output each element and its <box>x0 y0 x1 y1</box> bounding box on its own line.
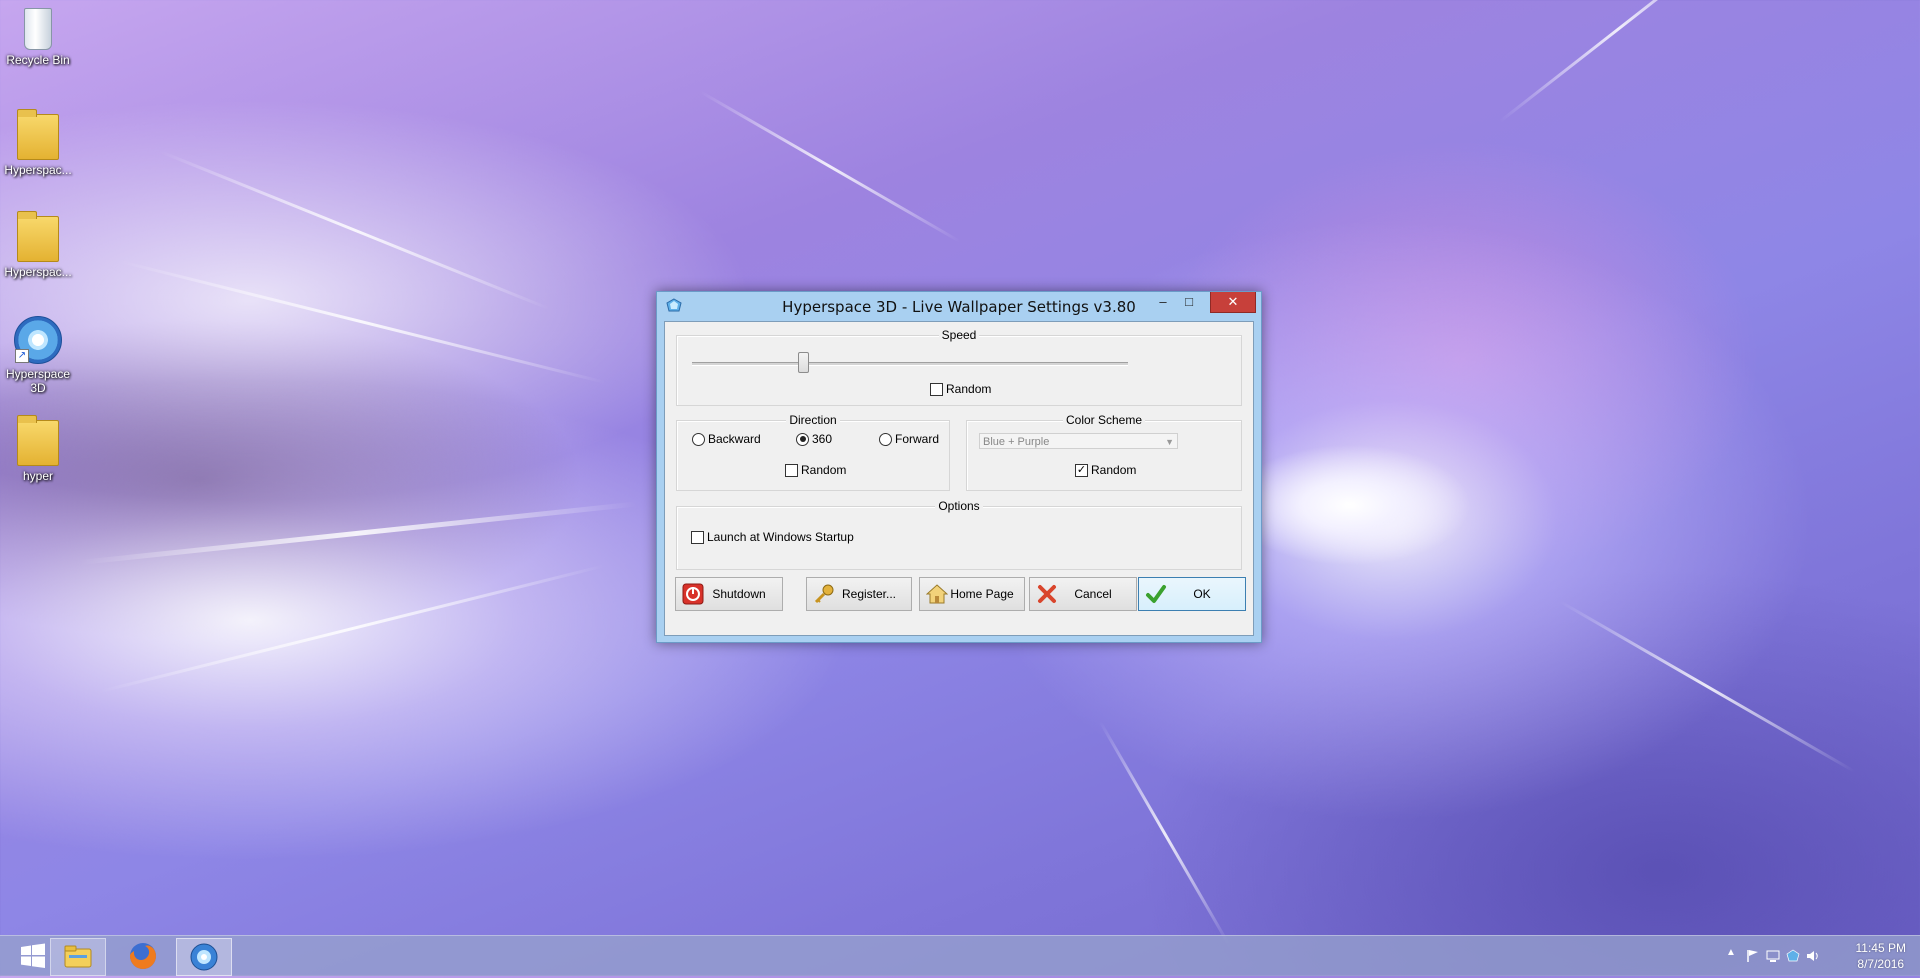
checkbox-box <box>930 382 943 396</box>
radio-button <box>879 432 892 446</box>
folder-zip-icon <box>17 109 59 160</box>
title-bar[interactable]: Hyperspace 3D - Live Wallpaper Settings … <box>657 292 1261 320</box>
desktop-icon-label: Hyperspac... <box>4 265 72 279</box>
radio-button <box>796 432 809 446</box>
direction-group: Direction Backward 360 Forward Random <box>676 413 950 491</box>
options-group: Options Launch at Windows Startup <box>676 499 1242 570</box>
folder-icon <box>17 415 59 466</box>
desktop-icon-hyper-folder[interactable]: hyper <box>2 412 74 483</box>
start-icon <box>21 943 45 968</box>
desktop-icon-label: hyper <box>22 469 54 483</box>
speed-label: Speed <box>938 328 980 342</box>
checkbox-label: Random <box>1091 463 1137 477</box>
firefox-icon <box>130 943 156 969</box>
checkbox-label: Random <box>801 463 847 477</box>
desktop-icon-label: Recycle Bin <box>6 53 70 67</box>
taskbar-file-explorer[interactable] <box>50 938 106 976</box>
shutdown-button[interactable]: Shutdown <box>675 577 783 611</box>
chevron-down-icon: ▼ <box>1165 437 1174 447</box>
power-icon <box>682 583 704 605</box>
file-explorer-icon <box>64 945 92 968</box>
hyperspace-app-icon: ↗ <box>14 316 62 364</box>
cancel-button[interactable]: Cancel <box>1029 577 1137 611</box>
checkbox-box <box>785 463 798 477</box>
settings-window: Hyperspace 3D - Live Wallpaper Settings … <box>656 291 1262 643</box>
direction-radio-backward[interactable]: Backward <box>692 432 761 446</box>
button-label: Register... <box>841 587 897 601</box>
color-scheme-label: Color Scheme <box>1062 413 1146 427</box>
direction-radio-forward[interactable]: Forward <box>879 432 939 446</box>
speed-random-checkbox[interactable]: Random <box>930 382 991 396</box>
minimize-button[interactable]: – <box>1150 292 1176 312</box>
direction-random-checkbox[interactable]: Random <box>785 463 846 477</box>
checkbox-label: Launch at Windows Startup <box>707 530 854 544</box>
cancel-x-icon <box>1038 585 1056 603</box>
hyperspace-tray-icon[interactable] <box>1786 949 1800 963</box>
hyperspace-app-icon <box>190 943 218 971</box>
desktop-icon-hyperspace-zip[interactable]: Hyperspac... <box>2 106 74 177</box>
close-button[interactable]: ✕ <box>1210 292 1256 313</box>
direction-label: Direction <box>786 413 840 427</box>
volume-icon[interactable] <box>1806 949 1820 963</box>
desktop-icon-hyperspace-installer[interactable]: Hyperspac... <box>2 208 74 279</box>
network-icon[interactable] <box>1766 949 1780 963</box>
recycle-bin-icon <box>24 8 52 50</box>
radio-label: Backward <box>708 432 761 446</box>
speed-slider-track[interactable] <box>692 362 1128 366</box>
checkmark-icon <box>1146 585 1166 603</box>
color-scheme-random-checkbox[interactable]: ✓ Random <box>1075 463 1136 477</box>
key-icon <box>814 584 834 604</box>
home-page-button[interactable]: Home Page <box>919 577 1025 611</box>
ok-button[interactable]: OK <box>1138 577 1246 611</box>
clock-time: 11:45 PM <box>1855 941 1906 955</box>
speed-group: Speed Random <box>676 328 1242 406</box>
color-scheme-dropdown[interactable]: Blue + Purple ▼ <box>979 433 1178 449</box>
speed-slider-thumb[interactable] <box>798 352 810 373</box>
register-button[interactable]: Register... <box>806 577 912 611</box>
checkbox-box: ✓ <box>1075 463 1088 477</box>
desktop-icon-label: Hyperspace 3D <box>5 367 71 395</box>
button-label: Cancel <box>1074 587 1112 601</box>
taskbar-firefox[interactable] <box>116 938 170 974</box>
color-scheme-group: Color Scheme Blue + Purple ▼ ✓ Random <box>966 413 1242 491</box>
home-icon <box>926 584 948 604</box>
dropdown-value: Blue + Purple <box>983 436 1050 448</box>
launch-at-startup-checkbox[interactable]: Launch at Windows Startup <box>691 530 854 544</box>
shortcut-arrow-icon: ↗ <box>15 349 29 363</box>
radio-label: 360 <box>812 432 833 446</box>
maximize-button[interactable]: □ <box>1176 292 1202 312</box>
taskbar: ▲ 11:45 PM 8/7/2016 <box>0 935 1920 976</box>
action-center-flag-icon[interactable] <box>1746 949 1760 963</box>
checkbox-label: Random <box>946 382 992 396</box>
radio-label: Forward <box>895 432 940 446</box>
taskbar-clock[interactable]: 11:45 PM 8/7/2016 <box>1856 940 1906 972</box>
options-label: Options <box>935 499 983 513</box>
taskbar-hyperspace[interactable] <box>176 938 232 976</box>
desktop-icon-recycle-bin[interactable]: Recycle Bin <box>2 0 74 67</box>
installer-icon <box>17 211 59 262</box>
dialog-client-area: Speed Random Direction Backward 360 Forw… <box>664 321 1254 636</box>
button-label: OK <box>1193 587 1211 601</box>
clock-date: 8/7/2016 <box>1857 957 1905 971</box>
show-hidden-icons-icon[interactable]: ▲ <box>1726 947 1736 958</box>
radio-button <box>692 432 705 446</box>
direction-radio-360[interactable]: 360 <box>796 432 832 446</box>
desktop-icon-hyperspace-3d[interactable]: ↗ Hyperspace 3D <box>2 308 74 395</box>
checkbox-box <box>691 530 704 544</box>
button-label: Shutdown <box>712 587 766 601</box>
button-label: Home Page <box>950 587 1014 601</box>
system-tray: ▲ <box>1720 936 1840 976</box>
desktop-icon-label: Hyperspac... <box>4 163 72 177</box>
